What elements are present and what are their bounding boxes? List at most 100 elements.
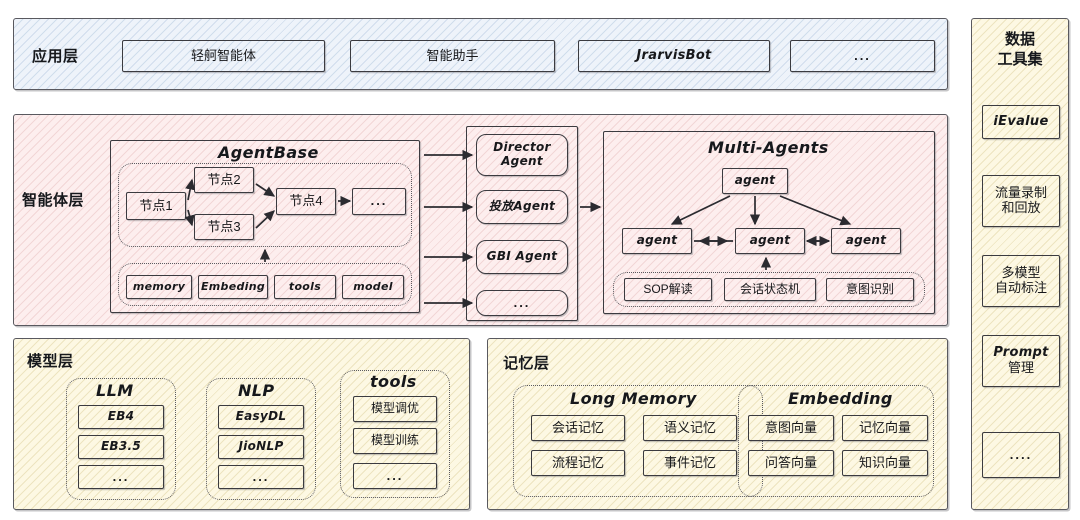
module-label: 意图识别: [845, 281, 894, 296]
multi-agent-label: agent: [845, 233, 887, 248]
data-tool-more[interactable]: ....: [982, 432, 1060, 478]
embedding-item-intent-vector[interactable]: 意图向量: [748, 415, 834, 441]
model-item-label: EasyDL: [235, 409, 287, 424]
capability-label: model: [353, 279, 393, 293]
multi-agent-child-3[interactable]: agent: [831, 228, 901, 254]
embedding-item-label: 问答向量: [764, 454, 817, 470]
embedding-item-qa-vector[interactable]: 问答向量: [748, 450, 834, 476]
memory-group-embedding-title: Embedding: [788, 389, 893, 408]
memory-item-semantic[interactable]: 语义记忆: [643, 415, 737, 441]
app-item-label: 智能助手: [426, 47, 479, 63]
application-layer-label: 应用层: [32, 48, 79, 65]
model-item-easydl[interactable]: EasyDL: [218, 405, 304, 429]
capability-embeding[interactable]: Embeding: [198, 275, 268, 299]
agent-label: Director Agent: [493, 140, 551, 168]
embedding-item-label: 知识向量: [858, 454, 911, 470]
embedding-item-memory-vector[interactable]: 记忆向量: [842, 415, 928, 441]
module-dialog-state-machine[interactable]: 会话状态机: [724, 278, 816, 301]
flow-node-3[interactable]: 节点3: [194, 214, 254, 240]
memory-item-event[interactable]: 事件记忆: [643, 450, 737, 476]
flow-node-label: 节点3: [207, 218, 241, 234]
data-tool-label-line1: 多模型: [1001, 265, 1041, 281]
tools-item-tuning[interactable]: 模型调优: [353, 396, 437, 422]
memory-group-long-memory-title: Long Memory: [570, 389, 697, 408]
data-tool-prompt-management[interactable]: Prompt 管理: [982, 335, 1060, 387]
model-item-llm-more[interactable]: ...: [78, 465, 164, 489]
model-group-llm-title: LLM: [96, 381, 134, 400]
agent-more[interactable]: ...: [476, 290, 568, 316]
memory-item-process[interactable]: 流程记忆: [531, 450, 625, 476]
diagram-canvas: 应用层 轻舸智能体 智能助手 JrarvisBot ... 智能体层 Agent…: [0, 0, 1080, 520]
tools-item-more[interactable]: ...: [353, 463, 437, 489]
tools-item-label: 模型调优: [370, 401, 419, 416]
memory-item-label: 语义记忆: [663, 419, 716, 435]
data-tool-label-line2: 和回放: [1001, 200, 1041, 215]
agent-director[interactable]: Director Agent: [476, 134, 568, 176]
data-tool-label-line1: 流量录制: [994, 185, 1047, 201]
app-item-jrarvisbot[interactable]: JrarvisBot: [578, 40, 770, 72]
capability-model[interactable]: model: [342, 275, 404, 299]
app-item-assistant[interactable]: 智能助手: [350, 40, 555, 72]
data-tool-traffic-record-replay[interactable]: 流量录制 和回放: [982, 175, 1060, 227]
module-intent-recognition[interactable]: 意图识别: [826, 278, 914, 301]
module-sop[interactable]: SOP解读: [624, 278, 712, 301]
tools-item-training[interactable]: 模型训练: [353, 428, 437, 454]
data-tool-label-line2: 自动标注: [994, 280, 1047, 295]
multi-agent-label: agent: [749, 233, 791, 248]
model-item-nlp-more[interactable]: ...: [218, 465, 304, 489]
model-item-eb35[interactable]: EB3.5: [78, 435, 164, 459]
agent-label: 投放Agent: [488, 199, 556, 214]
data-tool-ievalue[interactable]: iEvalue: [982, 105, 1060, 139]
model-layer-label: 模型层: [27, 353, 74, 370]
capability-memory[interactable]: memory: [126, 275, 192, 299]
model-item-eb4[interactable]: EB4: [78, 405, 164, 429]
module-label: SOP解读: [643, 281, 693, 296]
capability-tools[interactable]: tools: [274, 275, 336, 299]
flow-node-more[interactable]: ...: [352, 188, 406, 215]
model-item-jionlp[interactable]: JioNLP: [218, 435, 304, 459]
agent-gbi[interactable]: GBI Agent: [476, 240, 568, 274]
model-group-nlp-title: NLP: [238, 381, 275, 400]
agent-layer-label: 智能体层: [22, 192, 85, 209]
capability-label: Embeding: [200, 279, 266, 293]
data-tool-label-line2: 管理: [1007, 360, 1034, 375]
model-group-tools-title: tools: [370, 372, 417, 391]
module-label: 会话状态机: [739, 281, 800, 296]
memory-item-label: 事件记忆: [663, 454, 716, 470]
tools-item-label: ...: [386, 467, 404, 483]
agent-label: ...: [513, 294, 531, 310]
memory-item-session[interactable]: 会话记忆: [531, 415, 625, 441]
memory-layer-label: 记忆层: [503, 355, 550, 372]
app-item-label: 轻舸智能体: [190, 47, 256, 63]
multi-agent-child-2[interactable]: agent: [735, 228, 805, 254]
multi-agent-label: agent: [636, 233, 678, 248]
agent-delivery[interactable]: 投放Agent: [476, 190, 568, 224]
multi-agent-root[interactable]: agent: [722, 168, 788, 194]
memory-item-label: 流程记忆: [551, 454, 604, 470]
embedding-item-label: 记忆向量: [858, 419, 911, 435]
flow-node-label: 节点4: [289, 193, 323, 209]
app-item-more[interactable]: ...: [790, 40, 935, 72]
data-tool-label-line1: Prompt: [993, 345, 1049, 361]
capability-label: memory: [132, 279, 186, 293]
flow-node-4[interactable]: 节点4: [276, 188, 336, 215]
model-item-label: EB3.5: [100, 439, 142, 454]
capability-label: tools: [288, 279, 322, 293]
flow-node-label: ...: [370, 193, 388, 209]
flow-node-2[interactable]: 节点2: [194, 167, 254, 193]
memory-item-label: 会话记忆: [551, 419, 604, 435]
embedding-item-knowledge-vector[interactable]: 知识向量: [842, 450, 928, 476]
app-item-label: ...: [854, 47, 871, 63]
flow-node-1[interactable]: 节点1: [126, 192, 186, 220]
data-tool-multimodel-autolabel[interactable]: 多模型 自动标注: [982, 255, 1060, 307]
data-tools-title-line2: 工具集: [997, 51, 1043, 69]
flow-node-label: 节点1: [139, 197, 173, 213]
app-item-qingke[interactable]: 轻舸智能体: [122, 40, 325, 72]
model-item-label: ...: [252, 468, 270, 484]
data-tool-label: iEvalue: [993, 113, 1049, 129]
agent-label: GBI Agent: [486, 249, 558, 264]
multi-agent-child-1[interactable]: agent: [622, 228, 692, 254]
model-item-label: ...: [112, 468, 130, 484]
tools-item-label: 模型训练: [370, 433, 419, 448]
data-tools-title: 数据 工具集: [971, 30, 1069, 71]
